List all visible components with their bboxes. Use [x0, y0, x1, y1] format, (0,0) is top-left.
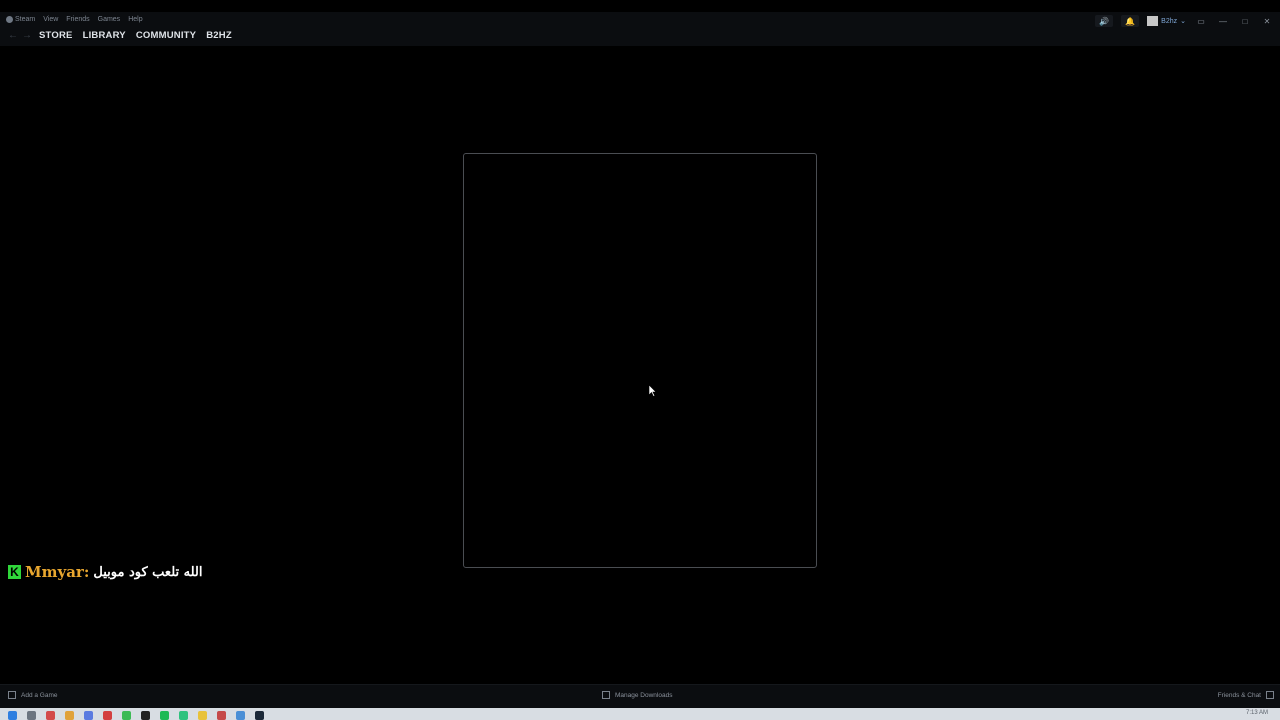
spotify-icon[interactable] [160, 711, 169, 720]
top-strip [0, 0, 1280, 12]
menu-friends[interactable]: Friends [66, 16, 89, 23]
nav-store[interactable]: STORE [39, 30, 73, 41]
folder-icon[interactable] [65, 711, 74, 720]
menu-games[interactable]: Games [98, 16, 121, 23]
app-icon[interactable] [122, 711, 131, 720]
chat-overlay: K Mmyar: الله تلعب كود موبيل [8, 563, 203, 581]
download-icon [602, 691, 610, 699]
friends-chat-button[interactable]: Friends & Chat [1218, 691, 1274, 699]
manage-downloads-label: Manage Downloads [615, 691, 673, 699]
discord-icon[interactable] [84, 711, 93, 720]
nav-profile[interactable]: B2HZ [206, 30, 232, 41]
app-icon[interactable] [103, 711, 112, 720]
broadcast-icon[interactable]: 🔊 [1095, 15, 1114, 27]
nav-links: STORE LIBRARY COMMUNITY B2HZ [39, 30, 232, 41]
start-icon[interactable] [8, 711, 17, 720]
menu-bar: Steam View Friends Games Help [6, 16, 143, 23]
app-icon[interactable] [46, 711, 55, 720]
friends-chat-label: Friends & Chat [1217, 691, 1261, 699]
nav-community[interactable]: COMMUNITY [136, 30, 196, 41]
minimize-icon[interactable]: — [1216, 17, 1230, 26]
arrow-right-icon[interactable]: → [20, 30, 34, 41]
chrome-icon[interactable] [198, 711, 207, 720]
add-game-label: Add a Game [21, 691, 58, 699]
taskbar-clock: 7:13 AM [1245, 710, 1268, 716]
obs-icon[interactable] [141, 711, 150, 720]
chat-icon [1266, 691, 1274, 699]
nav-row: ← → STORE LIBRARY COMMUNITY B2HZ [6, 30, 232, 41]
manage-downloads-button[interactable]: Manage Downloads [602, 691, 672, 699]
bottom-bar: Add a Game Manage Downloads Friends & Ch… [0, 684, 1280, 708]
add-game-button[interactable]: Add a Game [8, 691, 58, 699]
titlebar-controls: 🔊 🔔 B2hz ⌄ ▭ — □ ✕ [1095, 15, 1274, 27]
close-icon[interactable]: ✕ [1260, 17, 1274, 26]
empty-content-frame [463, 153, 817, 568]
steam-logo-icon [6, 16, 13, 23]
app-icon[interactable] [179, 711, 188, 720]
avatar [1147, 16, 1159, 26]
windows-taskbar: 7:13 AM [0, 708, 1280, 720]
chevron-down-icon: ⌄ [1180, 18, 1186, 25]
app-icon[interactable] [217, 711, 226, 720]
arrow-left-icon[interactable]: ← [6, 30, 20, 41]
chat-message: الله تلعب كود موبيل [93, 564, 203, 580]
menu-help[interactable]: Help [128, 16, 142, 23]
maximize-icon[interactable]: □ [1238, 17, 1252, 26]
monitor-icon[interactable]: ▭ [1194, 17, 1208, 26]
kick-badge-icon: K [8, 565, 21, 579]
user-menu[interactable]: B2hz ⌄ [1147, 16, 1186, 26]
steam-titlebar: Steam View Friends Games Help ← → STORE … [0, 12, 1280, 46]
app-icon[interactable] [236, 711, 245, 720]
steam-icon[interactable] [255, 711, 264, 720]
menu-steam-label: Steam [15, 16, 36, 23]
plus-icon [8, 691, 16, 699]
bell-icon[interactable]: 🔔 [1121, 15, 1140, 27]
menu-view[interactable]: View [43, 16, 58, 23]
taskbar-icons [8, 711, 264, 720]
menu-steam[interactable]: Steam [6, 16, 35, 23]
search-icon[interactable] [27, 711, 36, 720]
chat-username: Mmyar: [25, 563, 90, 581]
nav-library[interactable]: LIBRARY [83, 30, 126, 41]
username: B2hz [1161, 17, 1178, 25]
